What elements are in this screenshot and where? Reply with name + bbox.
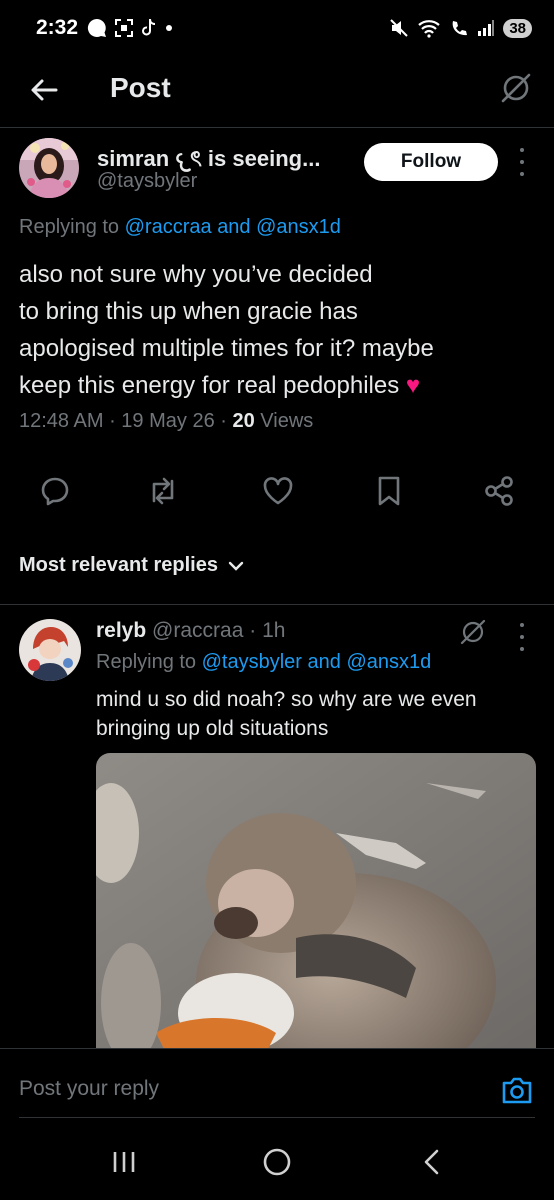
reply-media-image[interactable] <box>96 753 536 1053</box>
reply-author-name[interactable]: relyb <box>96 619 146 642</box>
grok-icon[interactable] <box>458 617 488 647</box>
post-time: 12:48 AM <box>19 410 104 432</box>
reply-author[interactable]: relyb @raccraa · 1h <box>96 619 285 643</box>
repost-icon[interactable] <box>146 474 180 508</box>
divider <box>19 1117 535 1118</box>
post-line-heart: keep this energy for real pedophiles ♥ <box>19 372 421 399</box>
tiktok-icon <box>142 18 156 36</box>
mention-link[interactable]: @taysbyler <box>202 651 302 673</box>
author-avatar[interactable] <box>19 138 79 198</box>
reply-author-handle[interactable]: @raccraa <box>152 619 243 642</box>
reply-avatar[interactable] <box>19 619 81 681</box>
system-back-icon[interactable] <box>413 1146 453 1178</box>
follow-button[interactable]: Follow <box>364 143 498 181</box>
replying-to: Replying to @raccraa and @ansx1d <box>19 216 341 238</box>
screenshot-icon <box>115 19 134 37</box>
mention-link[interactable]: @ansx1d <box>256 216 341 238</box>
reply-icon[interactable] <box>38 474 72 508</box>
mention-link[interactable]: @ansx1d <box>346 651 431 673</box>
reply-input[interactable]: Post your reply <box>19 1077 159 1101</box>
heart-emoji-icon: ♥ <box>405 372 421 399</box>
action-bar <box>0 474 554 514</box>
page-title: Post <box>110 72 171 103</box>
camera-icon[interactable] <box>500 1073 534 1107</box>
recent-apps-icon[interactable] <box>104 1146 144 1178</box>
views-count: 20 <box>232 410 255 432</box>
post-header: Post <box>0 56 554 128</box>
bookmark-icon[interactable] <box>372 474 406 508</box>
back-arrow-icon[interactable] <box>28 74 60 106</box>
sort-dropdown[interactable]: Most relevant replies <box>19 554 244 577</box>
wifi-icon <box>418 20 441 38</box>
reply-age: 1h <box>262 619 286 642</box>
post-text: also not sure why you’ve decided to brin… <box>19 256 539 404</box>
status-bar: 2:32 38 <box>0 0 554 56</box>
sort-label: Most relevant replies <box>19 554 218 576</box>
dot-icon <box>166 25 173 31</box>
system-nav-bar <box>0 1120 554 1200</box>
chevron-down-icon <box>228 561 244 571</box>
views-label: Views <box>260 410 314 432</box>
divider <box>0 604 554 605</box>
mention-link[interactable]: @raccraa <box>125 216 212 238</box>
like-icon[interactable] <box>261 474 295 508</box>
signal-icon <box>478 20 495 36</box>
wifi-call-icon <box>452 21 468 36</box>
post-date: 19 May 26 <box>121 410 215 432</box>
more-options-icon[interactable] <box>517 148 527 176</box>
more-options-icon[interactable] <box>517 623 527 651</box>
mute-icon <box>390 19 409 37</box>
reply-composer: Post your reply <box>0 1048 554 1118</box>
grok-icon[interactable] <box>498 70 534 106</box>
replying-to: Replying to @taysbyler and @ansx1d <box>96 651 432 673</box>
home-icon[interactable] <box>257 1146 297 1178</box>
post-meta: 12:48 AM · 19 May 26 · 20 Views <box>19 410 314 432</box>
status-time: 2:32 <box>36 16 79 39</box>
author-handle[interactable]: @taysbyler <box>97 170 197 193</box>
reply-text: mind u so did noah? so why are we even b… <box>96 688 477 740</box>
battery-level: 38 <box>503 18 532 38</box>
share-icon[interactable] <box>482 474 516 508</box>
message-icon <box>87 18 107 37</box>
